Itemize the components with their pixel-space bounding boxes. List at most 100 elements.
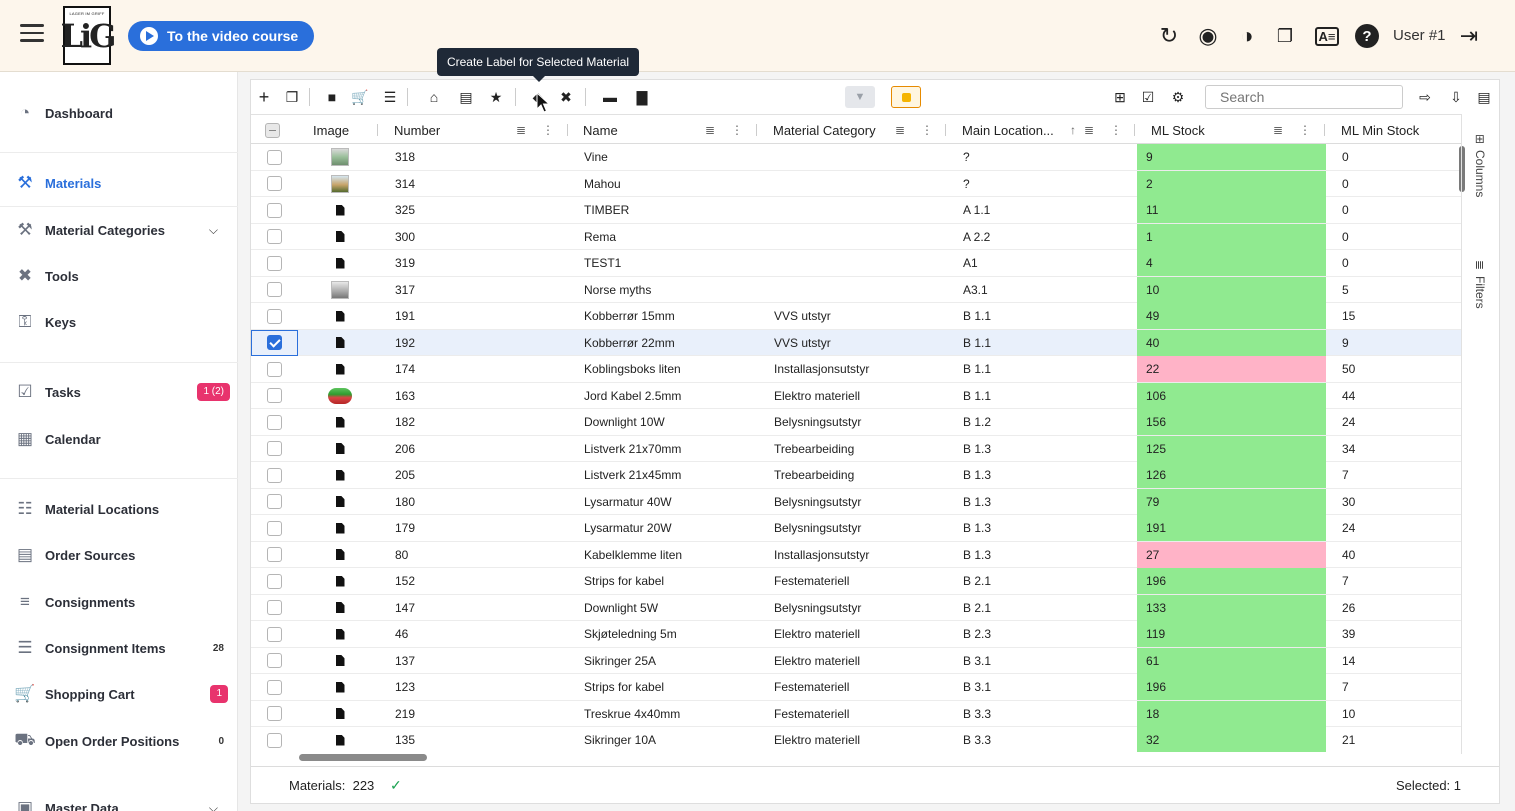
table-row[interactable]: 317 Norse myths A3.1 10 5	[251, 276, 1461, 303]
stock-cell[interactable]: 79	[1137, 488, 1326, 515]
logout-icon[interactable]: ⇥	[1456, 23, 1482, 49]
row-checkbox[interactable]	[267, 282, 282, 297]
row-checkbox[interactable]	[267, 255, 282, 271]
location-cell[interactable]: B 1.2	[963, 409, 991, 435]
name-cell[interactable]: Norse myths	[584, 277, 651, 303]
table-row[interactable]: 137 Sikringer 25A Elektro materiell B 3.1 61…	[251, 647, 1461, 674]
row-select-cell[interactable]	[267, 515, 282, 541]
trophy-icon[interactable]: ★	[487, 88, 505, 106]
category-cell[interactable]: Belysningsutstyr	[774, 489, 861, 515]
row-select-cell[interactable]	[267, 197, 282, 223]
row-checkbox[interactable]	[267, 202, 282, 218]
location-cell[interactable]: B 3.1	[963, 648, 991, 674]
number-cell[interactable]: 179	[395, 515, 415, 541]
table-row[interactable]: 300 Rema A 2.2 1 0	[251, 223, 1461, 250]
name-cell[interactable]: Kabelklemme liten	[584, 542, 682, 568]
number-cell[interactable]: 206	[395, 436, 415, 462]
box-icon[interactable]: ▬	[601, 88, 619, 106]
row-select-cell[interactable]	[267, 356, 282, 382]
table-row[interactable]: 174 Koblingsboks liten Installasjonsutstyr…	[251, 356, 1461, 383]
row-checkbox[interactable]	[267, 600, 282, 615]
name-cell[interactable]: Vine	[584, 144, 608, 170]
material-thumbnail[interactable]	[328, 387, 352, 404]
sidebar-item-consignments[interactable]: ≡ Consignments	[0, 581, 238, 623]
min-stock-cell[interactable]: 0	[1342, 144, 1349, 170]
column-divider[interactable]	[945, 124, 946, 136]
number-cell[interactable]: 205	[395, 462, 415, 488]
stock-cell[interactable]: 27	[1137, 541, 1326, 568]
location-cell[interactable]: B 3.3	[963, 701, 991, 727]
location-cell[interactable]: A 2.2	[963, 224, 990, 250]
app-logo[interactable]: LAGER IM GRIFF LiG	[61, 6, 116, 65]
help-icon[interactable]: ?	[1354, 23, 1380, 49]
min-stock-cell[interactable]: 5	[1342, 277, 1349, 303]
category-cell[interactable]: Belysningsutstyr	[774, 515, 861, 541]
settings-icon[interactable]: ⚙	[1169, 88, 1187, 106]
stock-cell[interactable]: 11	[1137, 197, 1326, 223]
stock-cell[interactable]: 125	[1137, 435, 1326, 462]
number-cell[interactable]: 135	[395, 727, 415, 752]
warehouse-icon[interactable]: ⌂	[425, 88, 443, 106]
row-select-cell[interactable]	[267, 568, 282, 594]
filter-icon[interactable]: ≣	[705, 123, 715, 137]
material-thumbnail[interactable]	[331, 148, 349, 166]
cart-add-icon[interactable]: 🛒	[351, 88, 369, 106]
row-checkbox[interactable]	[267, 335, 282, 350]
column-divider[interactable]	[567, 124, 568, 136]
stock-cell[interactable]: 10	[1137, 276, 1326, 303]
stock-cell[interactable]: 61	[1137, 647, 1326, 674]
columns-tab[interactable]: ⊞ Columns	[1470, 134, 1490, 197]
column-menu-icon[interactable]: ⋮	[921, 123, 933, 137]
table-row[interactable]: 318 Vine? 9 0	[251, 144, 1461, 171]
translate-icon[interactable]: A≡	[1312, 23, 1342, 49]
column-header-ml-stock[interactable]: ML Stock ≣ ⋮	[1151, 115, 1321, 145]
filter-icon[interactable]: ≣	[516, 123, 526, 137]
eye-icon[interactable]: ◉	[1195, 23, 1221, 49]
user-label[interactable]: User #1	[1393, 27, 1446, 44]
location-cell[interactable]: ?	[963, 144, 970, 170]
number-cell[interactable]: 191	[395, 303, 415, 329]
min-stock-cell[interactable]: 0	[1342, 224, 1349, 250]
table-row[interactable]: 135 Sikringer 10A Elektro materiell B 3.3 32…	[251, 727, 1461, 752]
column-menu-icon[interactable]: ⋮	[1299, 123, 1311, 137]
location-cell[interactable]: ?	[963, 171, 970, 197]
name-cell[interactable]: Kobberrør 15mm	[584, 303, 675, 329]
sidebar-item-tools[interactable]: ✖ Tools	[0, 255, 238, 297]
name-cell[interactable]: Downlight 10W	[584, 409, 665, 435]
number-cell[interactable]: 319	[395, 250, 415, 276]
category-cell[interactable]: Festemateriell	[774, 674, 849, 700]
location-cell[interactable]: B 2.1	[963, 568, 991, 594]
min-stock-cell[interactable]: 14	[1342, 648, 1355, 674]
min-stock-cell[interactable]: 26	[1342, 595, 1355, 621]
name-cell[interactable]: Lysarmatur 20W	[584, 515, 672, 541]
column-divider[interactable]	[1134, 124, 1135, 136]
sidebar-item-order-sources[interactable]: ▤ Order Sources	[0, 534, 238, 576]
location-cell[interactable]: B 2.3	[963, 621, 991, 647]
location-cell[interactable]: A3.1	[963, 277, 988, 303]
min-stock-cell[interactable]: 0	[1342, 171, 1349, 197]
number-cell[interactable]: 300	[395, 224, 415, 250]
table-row[interactable]: 46 Skjøteledning 5m Elektro materiell B 2.3…	[251, 621, 1461, 648]
checklist-icon[interactable]: ☰	[381, 88, 399, 106]
name-cell[interactable]: Jord Kabel 2.5mm	[584, 383, 681, 409]
category-cell[interactable]: Belysningsutstyr	[774, 409, 861, 435]
row-select-cell[interactable]	[267, 542, 282, 568]
name-cell[interactable]: Strips for kabel	[584, 674, 664, 700]
sidebar-item-material-locations[interactable]: ☷ Material Locations	[0, 488, 238, 530]
row-checkbox[interactable]	[267, 653, 282, 668]
sidebar-item-shopping-cart[interactable]: 🛒 Shopping Cart 1	[0, 673, 238, 715]
row-checkbox[interactable]	[267, 308, 282, 324]
row-select-cell[interactable]	[267, 144, 282, 170]
row-select-cell[interactable]	[267, 674, 282, 700]
column-divider[interactable]	[377, 124, 378, 136]
clipboard-icon[interactable]: ■	[323, 88, 341, 106]
column-header-ml-min-stock[interactable]: ML Min Stock	[1341, 115, 1419, 145]
name-cell[interactable]: Strips for kabel	[584, 568, 664, 594]
number-cell[interactable]: 180	[395, 489, 415, 515]
material-thumbnail[interactable]	[331, 174, 349, 193]
column-header-main-location[interactable]: Main Location... ↑ ≣ ⋮	[962, 115, 1132, 145]
location-cell[interactable]: B 1.1	[963, 303, 991, 329]
min-stock-cell[interactable]: 21	[1342, 727, 1355, 752]
min-stock-cell[interactable]: 15	[1342, 303, 1355, 329]
category-cell[interactable]: VVS utstyr	[774, 330, 831, 356]
